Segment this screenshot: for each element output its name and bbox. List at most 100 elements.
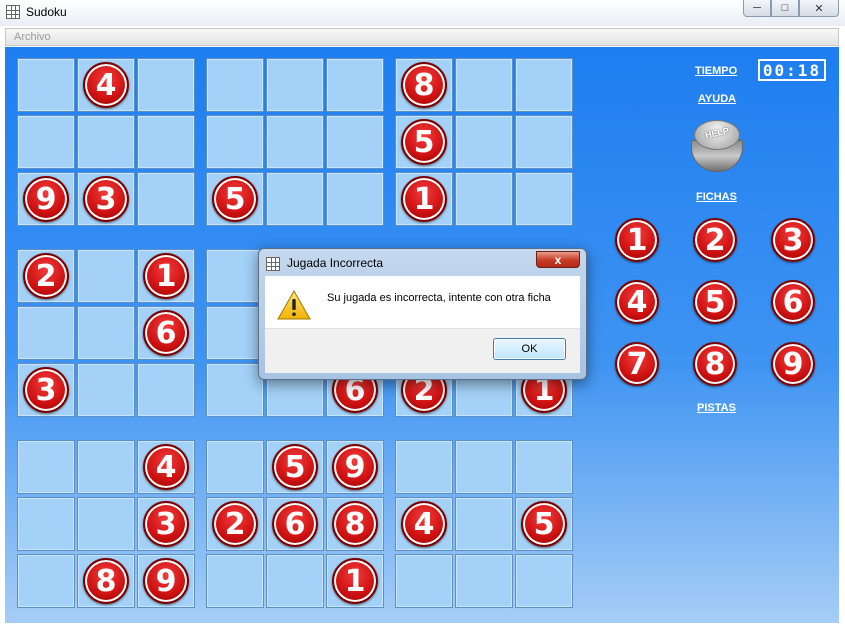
dialog-body: Su jugada es incorrecta, intente con otr…	[265, 276, 580, 328]
dialog-close-button[interactable]: x	[536, 251, 580, 268]
board-cell[interactable]	[395, 440, 453, 494]
board-cell[interactable]	[326, 58, 384, 112]
board-cell[interactable]: 8	[77, 554, 135, 608]
dialog-title: Jugada Incorrecta	[287, 256, 384, 270]
board-cell[interactable]	[266, 554, 324, 608]
board-cell[interactable]: 3	[77, 172, 135, 226]
board-cell[interactable]: 2	[206, 497, 264, 551]
cell-number: 2	[212, 501, 258, 547]
board-cell[interactable]	[17, 497, 75, 551]
board-cell[interactable]: 1	[326, 554, 384, 608]
board-cell[interactable]: 9	[17, 172, 75, 226]
board-cell[interactable]: 4	[77, 58, 135, 112]
board-cell[interactable]	[395, 554, 453, 608]
board-cell[interactable]	[77, 249, 135, 303]
board-cell[interactable]	[515, 440, 573, 494]
cell-number: 5	[401, 119, 447, 165]
board-cell[interactable]: 4	[395, 497, 453, 551]
board-cell[interactable]: 8	[326, 497, 384, 551]
board-cell[interactable]	[17, 554, 75, 608]
ficha-8[interactable]: 8	[693, 342, 737, 386]
maximize-button[interactable]: □	[771, 0, 799, 17]
cell-number: 9	[23, 176, 69, 222]
board-cell[interactable]: 5	[515, 497, 573, 551]
board-cell[interactable]	[77, 497, 135, 551]
ficha-3[interactable]: 3	[771, 218, 815, 262]
board-cell[interactable]	[326, 172, 384, 226]
board-cell[interactable]: 6	[266, 497, 324, 551]
fichas-link[interactable]: FICHAS	[696, 191, 737, 203]
menu-bar: Archivo	[5, 28, 839, 46]
board-cell[interactable]	[266, 115, 324, 169]
board-cell[interactable]	[266, 58, 324, 112]
board-cell[interactable]	[455, 554, 513, 608]
board-cell[interactable]	[77, 115, 135, 169]
close-window-button[interactable]: ✕	[799, 0, 839, 17]
board-cell[interactable]: 1	[137, 249, 195, 303]
ficha-1[interactable]: 1	[615, 218, 659, 262]
help-button[interactable]: HELP	[691, 120, 743, 172]
board-cell[interactable]	[455, 172, 513, 226]
board-cell[interactable]	[515, 172, 573, 226]
ficha-6[interactable]: 6	[771, 280, 815, 324]
minimize-button[interactable]: ─	[743, 0, 771, 17]
cell-number: 6	[143, 310, 189, 356]
board-cell[interactable]	[206, 306, 264, 360]
board-cell[interactable]: 8	[395, 58, 453, 112]
board-cell[interactable]	[515, 554, 573, 608]
board-cell[interactable]	[455, 497, 513, 551]
board-cell[interactable]	[77, 306, 135, 360]
board-cell[interactable]	[266, 172, 324, 226]
board-cell[interactable]	[455, 440, 513, 494]
cell-number: 2	[23, 253, 69, 299]
board-cell[interactable]: 2	[17, 249, 75, 303]
board-cell[interactable]	[206, 58, 264, 112]
board-cell[interactable]: 5	[266, 440, 324, 494]
board-cell[interactable]: 5	[206, 172, 264, 226]
board-cell[interactable]	[137, 58, 195, 112]
board-cell[interactable]	[206, 363, 264, 417]
dialog-footer: OK	[265, 328, 580, 373]
timer-display: 00:18	[758, 59, 826, 81]
maximize-icon: □	[781, 2, 789, 14]
board-cell[interactable]: 3	[17, 363, 75, 417]
board-cell[interactable]	[455, 58, 513, 112]
ficha-7[interactable]: 7	[615, 342, 659, 386]
board-cell[interactable]	[77, 440, 135, 494]
ayuda-link[interactable]: AYUDA	[698, 93, 736, 105]
tiempo-link[interactable]: TIEMPO	[695, 65, 737, 77]
help-button-label: HELP	[704, 125, 730, 141]
board-cell[interactable]	[515, 58, 573, 112]
pistas-link[interactable]: PISTAS	[697, 402, 736, 414]
menu-archivo[interactable]: Archivo	[14, 31, 51, 43]
board-cell[interactable]	[206, 554, 264, 608]
board-cell[interactable]: 3	[137, 497, 195, 551]
board-cell[interactable]	[137, 115, 195, 169]
board-cell[interactable]	[77, 363, 135, 417]
board-cell[interactable]: 5	[395, 115, 453, 169]
board-cell[interactable]	[326, 115, 384, 169]
board-cell[interactable]	[17, 306, 75, 360]
board-cell[interactable]	[515, 115, 573, 169]
board-cell[interactable]	[206, 440, 264, 494]
board-cell[interactable]: 1	[395, 172, 453, 226]
ok-button[interactable]: OK	[493, 338, 566, 360]
board-cell[interactable]: 6	[137, 306, 195, 360]
board-cell[interactable]: 4	[137, 440, 195, 494]
board-cell[interactable]	[455, 115, 513, 169]
ficha-4[interactable]: 4	[615, 280, 659, 324]
board-cell[interactable]: 9	[137, 554, 195, 608]
board-cell[interactable]	[206, 115, 264, 169]
ficha-5[interactable]: 5	[693, 280, 737, 324]
board-cell[interactable]	[206, 249, 264, 303]
ficha-2[interactable]: 2	[693, 218, 737, 262]
ficha-9[interactable]: 9	[771, 342, 815, 386]
cell-number: 1	[143, 253, 189, 299]
board-cell[interactable]	[137, 363, 195, 417]
board-cell[interactable]	[17, 115, 75, 169]
cell-number: 5	[272, 444, 318, 490]
board-cell[interactable]	[17, 58, 75, 112]
board-cell[interactable]	[137, 172, 195, 226]
board-cell[interactable]	[17, 440, 75, 494]
board-cell[interactable]: 9	[326, 440, 384, 494]
